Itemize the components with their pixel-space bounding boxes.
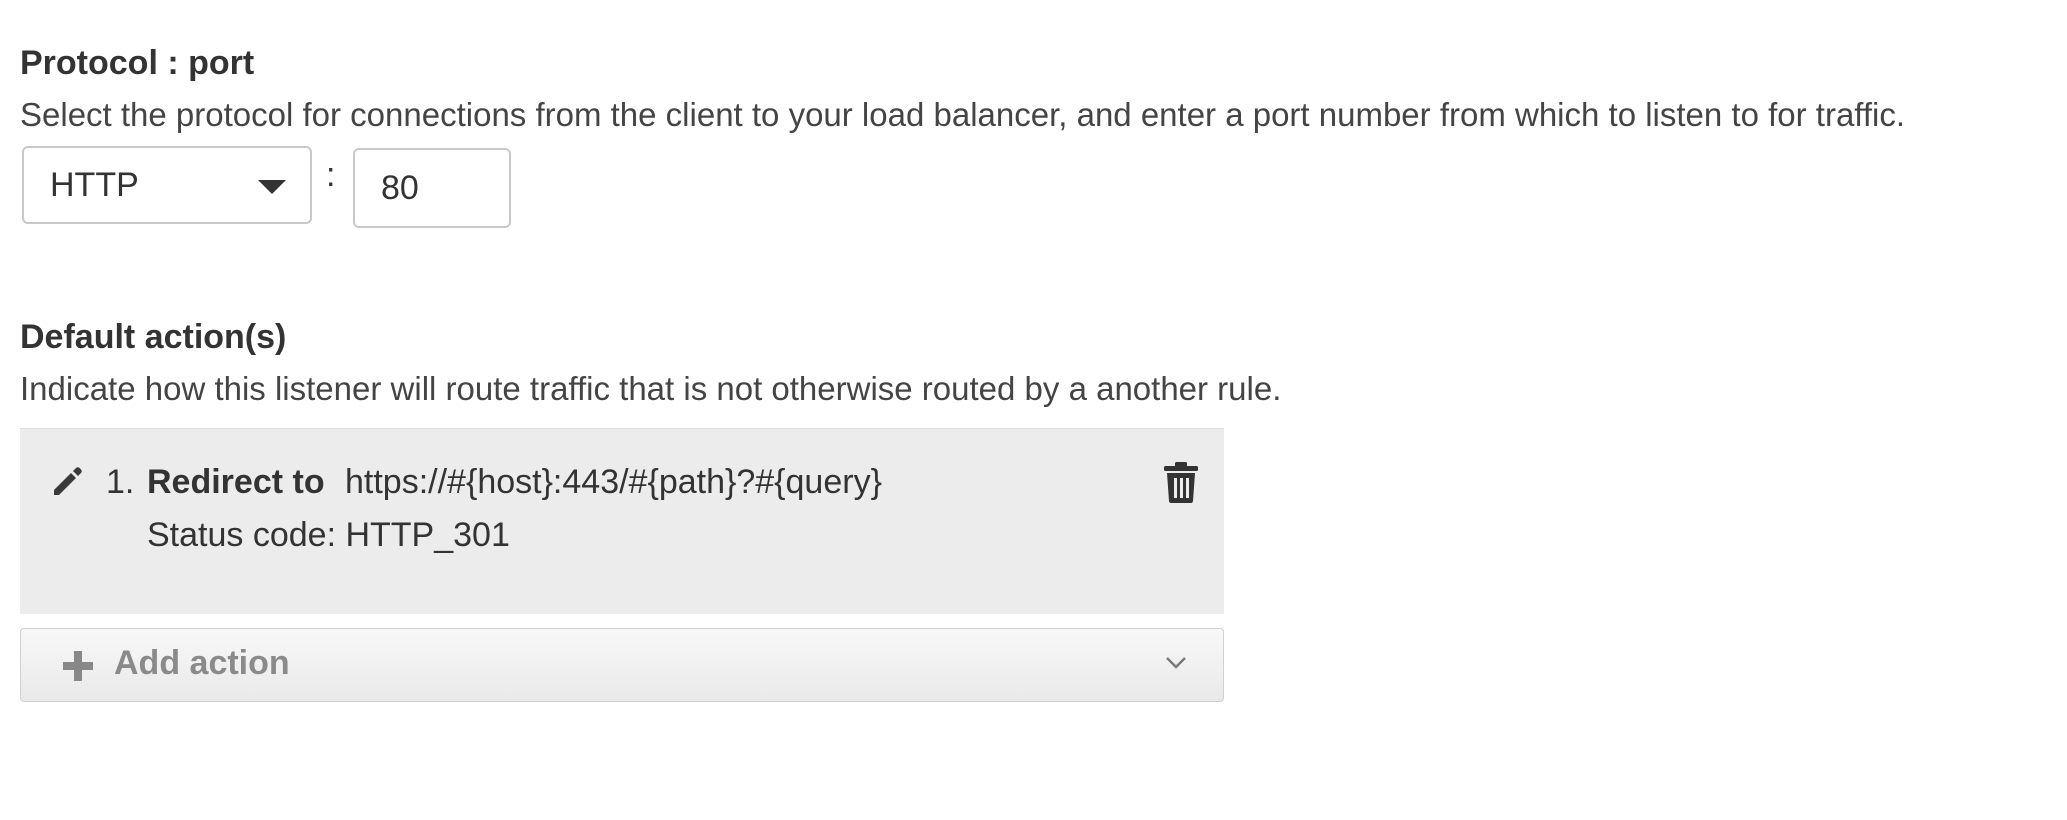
plus-icon — [63, 651, 93, 681]
trash-icon[interactable] — [1163, 461, 1199, 503]
action-number: 1. — [106, 463, 135, 501]
protocol-select[interactable]: HTTP — [22, 146, 312, 224]
redirect-url: https://#{host}:443/#{path}?#{query} — [345, 463, 882, 501]
protocol-port-separator: : — [326, 156, 336, 194]
default-actions-heading: Default action(s) — [20, 318, 287, 356]
status-code: Status code: HTTP_301 — [147, 516, 510, 554]
protocol-select-value: HTTP — [50, 166, 139, 204]
add-action-label: Add action — [114, 644, 290, 682]
action-type: Redirect to — [147, 463, 325, 501]
add-action-button[interactable]: Add action — [20, 628, 1224, 702]
caret-down-icon — [258, 180, 286, 194]
protocol-port-heading: Protocol : port — [20, 44, 255, 82]
default-actions-description: Indicate how this listener will route tr… — [20, 370, 1282, 407]
action-item: 1. Redirect to https://#{host}:443/#{pat… — [20, 428, 1224, 614]
protocol-port-description: Select the protocol for connections from… — [20, 96, 1906, 133]
chevron-down-icon — [1166, 657, 1186, 669]
pencil-icon[interactable] — [50, 463, 86, 499]
port-input[interactable] — [353, 148, 511, 228]
